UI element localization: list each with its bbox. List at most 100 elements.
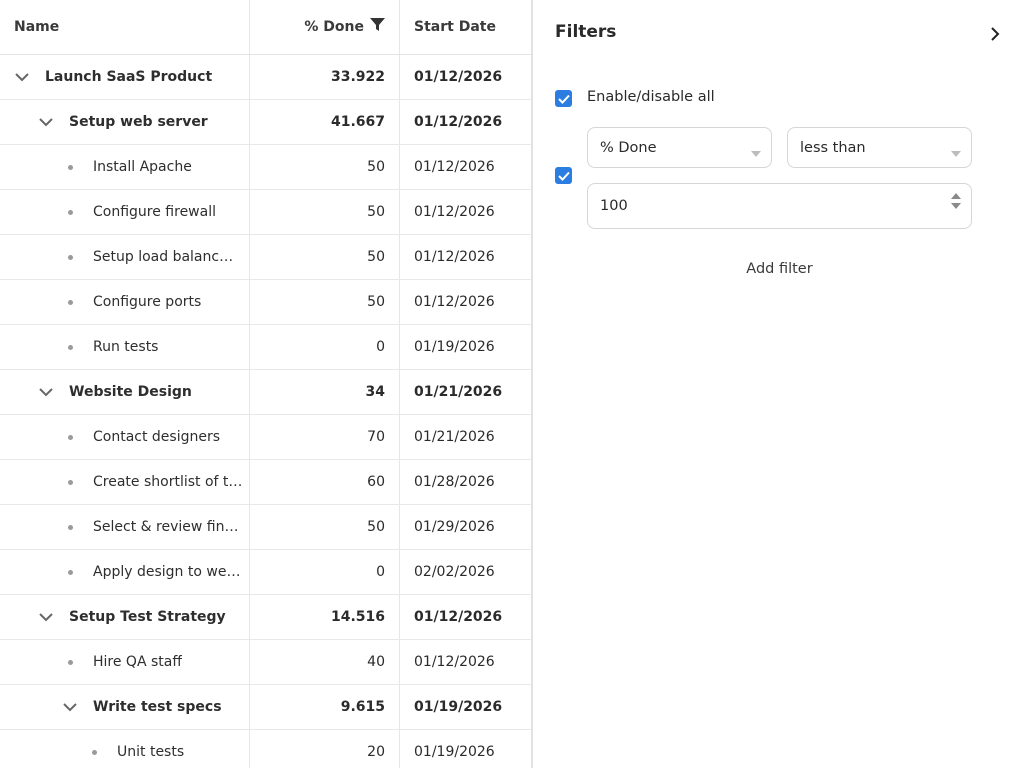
- start-date-cell[interactable]: 01/12/2026: [400, 145, 531, 189]
- table-row[interactable]: Setup Test Strategy 14.516 01/12/2026: [0, 595, 531, 640]
- name-cell[interactable]: Select & review fin…: [0, 505, 250, 549]
- name-cell[interactable]: Hire QA staff: [0, 640, 250, 684]
- filter-icon[interactable]: [370, 18, 385, 36]
- table-row[interactable]: Configure ports 50 01/12/2026: [0, 280, 531, 325]
- chevron-right-icon[interactable]: [983, 22, 1007, 46]
- start-date-cell[interactable]: 01/29/2026: [400, 505, 531, 549]
- header-start-date[interactable]: Start Date: [400, 0, 531, 54]
- filter-rule-checkbox[interactable]: [555, 167, 572, 184]
- name-cell[interactable]: Apply design to we…: [0, 550, 250, 594]
- chevron-down-icon[interactable]: [58, 695, 82, 719]
- start-date-value: 01/12/2026: [414, 69, 503, 85]
- percent-done-value: 70: [367, 429, 385, 445]
- start-date-cell[interactable]: 01/28/2026: [400, 460, 531, 504]
- percent-done-cell[interactable]: 50: [250, 145, 400, 189]
- start-date-cell[interactable]: 01/19/2026: [400, 325, 531, 369]
- percent-done-cell[interactable]: 50: [250, 280, 400, 324]
- start-date-cell[interactable]: 01/12/2026: [400, 235, 531, 279]
- task-name: Unit tests: [117, 744, 185, 760]
- percent-done-cell[interactable]: 50: [250, 505, 400, 549]
- percent-done-cell[interactable]: 9.615: [250, 685, 400, 729]
- name-cell[interactable]: Website Design: [0, 370, 250, 414]
- table-row[interactable]: Run tests 0 01/19/2026: [0, 325, 531, 370]
- enable-all-label[interactable]: Enable/disable all: [587, 89, 715, 105]
- task-name: Configure firewall: [93, 204, 216, 220]
- percent-done-cell[interactable]: 33.922: [250, 55, 400, 99]
- percent-done-cell[interactable]: 20: [250, 730, 400, 768]
- table-row[interactable]: Setup web server 41.667 01/12/2026: [0, 100, 531, 145]
- name-cell[interactable]: Run tests: [0, 325, 250, 369]
- table-row[interactable]: Write test specs 9.615 01/19/2026: [0, 685, 531, 730]
- chevron-down-icon[interactable]: [34, 605, 58, 629]
- name-cell[interactable]: Write test specs: [0, 685, 250, 729]
- add-filter-button[interactable]: Add filter: [587, 261, 972, 277]
- start-date-cell[interactable]: 02/02/2026: [400, 550, 531, 594]
- chevron-down-icon[interactable]: [10, 65, 34, 89]
- stepper-up-icon[interactable]: [951, 193, 961, 199]
- start-date-cell[interactable]: 01/12/2026: [400, 100, 531, 144]
- enable-all-checkbox[interactable]: [555, 90, 572, 107]
- task-name: Launch SaaS Product: [45, 69, 213, 85]
- percent-done-cell[interactable]: 14.516: [250, 595, 400, 639]
- filter-field-select[interactable]: % Done: [587, 127, 772, 168]
- percent-done-cell[interactable]: 50: [250, 235, 400, 279]
- percent-done-cell[interactable]: 0: [250, 325, 400, 369]
- name-cell[interactable]: Unit tests: [0, 730, 250, 768]
- table-row[interactable]: Install Apache 50 01/12/2026: [0, 145, 531, 190]
- name-cell[interactable]: Setup load balanc…: [0, 235, 250, 279]
- task-name: Configure ports: [93, 294, 202, 310]
- name-cell[interactable]: Create shortlist of t…: [0, 460, 250, 504]
- start-date-cell[interactable]: 01/12/2026: [400, 280, 531, 324]
- table-row[interactable]: Setup load balanc… 50 01/12/2026: [0, 235, 531, 280]
- table-row[interactable]: Create shortlist of t… 60 01/28/2026: [0, 460, 531, 505]
- start-date-cell[interactable]: 01/12/2026: [400, 55, 531, 99]
- start-date-value: 01/12/2026: [414, 114, 503, 130]
- table-row[interactable]: Website Design 34 01/21/2026: [0, 370, 531, 415]
- start-date-cell[interactable]: 01/12/2026: [400, 595, 531, 639]
- table-row[interactable]: Select & review fin… 50 01/29/2026: [0, 505, 531, 550]
- header-name[interactable]: Name: [0, 0, 250, 54]
- start-date-cell[interactable]: 01/21/2026: [400, 370, 531, 414]
- start-date-cell[interactable]: 01/12/2026: [400, 190, 531, 234]
- percent-done-cell[interactable]: 70: [250, 415, 400, 459]
- percent-done-cell[interactable]: 40: [250, 640, 400, 684]
- percent-done-cell[interactable]: 60: [250, 460, 400, 504]
- start-date-value: 01/29/2026: [414, 519, 495, 535]
- percent-done-value: 50: [367, 204, 385, 220]
- name-cell[interactable]: Setup web server: [0, 100, 250, 144]
- table-row[interactable]: Configure firewall 50 01/12/2026: [0, 190, 531, 235]
- dropdown-arrow-icon: [751, 145, 761, 161]
- name-cell[interactable]: Install Apache: [0, 145, 250, 189]
- start-date-cell[interactable]: 01/19/2026: [400, 730, 531, 768]
- task-name: Website Design: [69, 384, 192, 400]
- table-row[interactable]: Hire QA staff 40 01/12/2026: [0, 640, 531, 685]
- name-cell[interactable]: Contact designers: [0, 415, 250, 459]
- start-date-value: 01/12/2026: [414, 159, 495, 175]
- table-row[interactable]: Launch SaaS Product 33.922 01/12/2026: [0, 55, 531, 100]
- name-cell[interactable]: Setup Test Strategy: [0, 595, 250, 639]
- name-cell[interactable]: Launch SaaS Product: [0, 55, 250, 99]
- start-date-cell[interactable]: 01/21/2026: [400, 415, 531, 459]
- table-row[interactable]: Contact designers 70 01/21/2026: [0, 415, 531, 460]
- name-cell[interactable]: Configure firewall: [0, 190, 250, 234]
- start-date-cell[interactable]: 01/12/2026: [400, 640, 531, 684]
- bullet-icon: [58, 434, 82, 440]
- chevron-down-icon[interactable]: [34, 110, 58, 134]
- filter-value-input[interactable]: 100: [587, 183, 972, 229]
- table-row[interactable]: Apply design to we… 0 02/02/2026: [0, 550, 531, 595]
- percent-done-cell[interactable]: 34: [250, 370, 400, 414]
- header-percent-done[interactable]: % Done: [250, 0, 400, 54]
- filter-operator-select[interactable]: less than: [787, 127, 972, 168]
- start-date-value: 01/12/2026: [414, 294, 495, 310]
- percent-done-cell[interactable]: 41.667: [250, 100, 400, 144]
- number-stepper[interactable]: [951, 193, 961, 209]
- stepper-down-icon[interactable]: [951, 203, 961, 209]
- name-cell[interactable]: Configure ports: [0, 280, 250, 324]
- grid-body: Launch SaaS Product 33.922 01/12/2026 Setup…: [0, 55, 531, 768]
- percent-done-cell[interactable]: 50: [250, 190, 400, 234]
- percent-done-cell[interactable]: 0: [250, 550, 400, 594]
- table-row[interactable]: Unit tests 20 01/19/2026: [0, 730, 531, 768]
- chevron-down-icon[interactable]: [34, 380, 58, 404]
- start-date-cell[interactable]: 01/19/2026: [400, 685, 531, 729]
- percent-done-value: 0: [376, 339, 385, 355]
